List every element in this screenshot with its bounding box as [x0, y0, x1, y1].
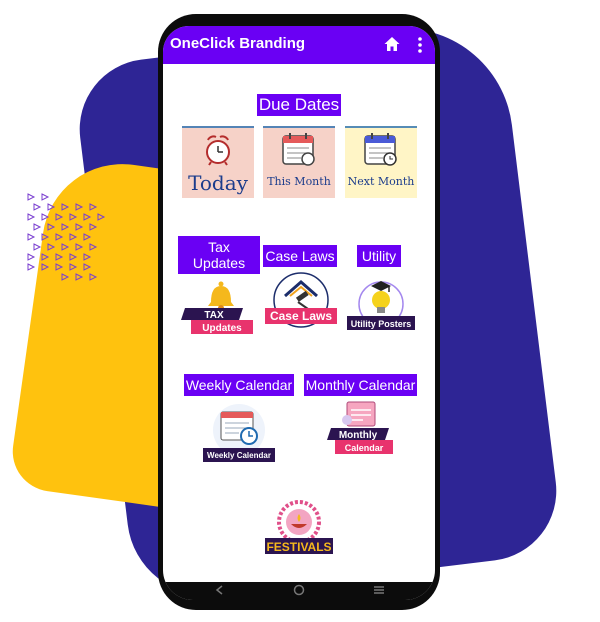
tax-updates-heading-line1: Tax	[208, 239, 230, 255]
tax-updates-heading: Tax Updates	[178, 236, 260, 274]
weekly-calendar-heading: Weekly Calendar	[184, 374, 294, 396]
bell-icon	[208, 281, 234, 311]
due-dates-heading: Due Dates	[257, 94, 341, 116]
next-month-label: Next Month	[348, 175, 415, 188]
this-month-tile[interactable]: This Month	[263, 126, 335, 198]
utility-posters-tile[interactable]: Utility Posters	[343, 274, 419, 336]
utility-badge-label: Utility Posters	[351, 319, 412, 329]
monthly-calendar-tile[interactable]: Monthly Calendar	[323, 398, 399, 464]
system-nav-bar	[163, 582, 435, 600]
home-icon[interactable]	[383, 35, 401, 53]
this-month-label: This Month	[267, 175, 331, 188]
app-screen: OneClick Branding Due Dates Today This M…	[163, 26, 435, 600]
home-circle-icon[interactable]	[292, 584, 306, 596]
utility-heading: Utility	[357, 245, 401, 267]
weekly-calendar-badge-label: Weekly Calendar	[207, 451, 271, 460]
calendar-icon	[282, 133, 315, 166]
calendar-badge-label: Calendar	[345, 443, 384, 453]
today-tile[interactable]: Today	[182, 126, 254, 198]
triangle-pattern	[27, 193, 106, 281]
calendar-clock-icon	[220, 411, 258, 445]
case-laws-heading: Case Laws	[263, 245, 337, 267]
app-bar: OneClick Branding	[163, 26, 435, 64]
app-title: OneClick Branding	[170, 35, 306, 52]
back-icon[interactable]	[213, 584, 227, 596]
case-laws-badge-label: Case Laws	[270, 309, 332, 323]
festivals-tile[interactable]: FESTIVALS	[261, 496, 337, 560]
today-label: Today	[188, 171, 249, 195]
tax-updates-tile[interactable]: TAX Updates	[181, 278, 257, 340]
next-month-tile[interactable]: Next Month	[345, 126, 417, 198]
updates-badge-label: Updates	[202, 323, 242, 334]
tax-badge-label: TAX	[204, 310, 224, 321]
calendar-clock-icon	[364, 133, 397, 166]
monthly-badge-label: Monthly	[339, 430, 378, 441]
festivals-badge-label: FESTIVALS	[266, 540, 331, 554]
monthly-calendar-heading: Monthly Calendar	[304, 374, 417, 396]
case-laws-tile[interactable]: Case Laws	[263, 272, 339, 334]
weekly-calendar-tile[interactable]: Weekly Calendar	[201, 402, 277, 468]
recents-icon[interactable]	[372, 584, 386, 596]
calendar-icon	[342, 401, 376, 427]
tax-updates-heading-line2: Updates	[192, 255, 246, 272]
more-vert-icon[interactable]	[417, 36, 423, 54]
